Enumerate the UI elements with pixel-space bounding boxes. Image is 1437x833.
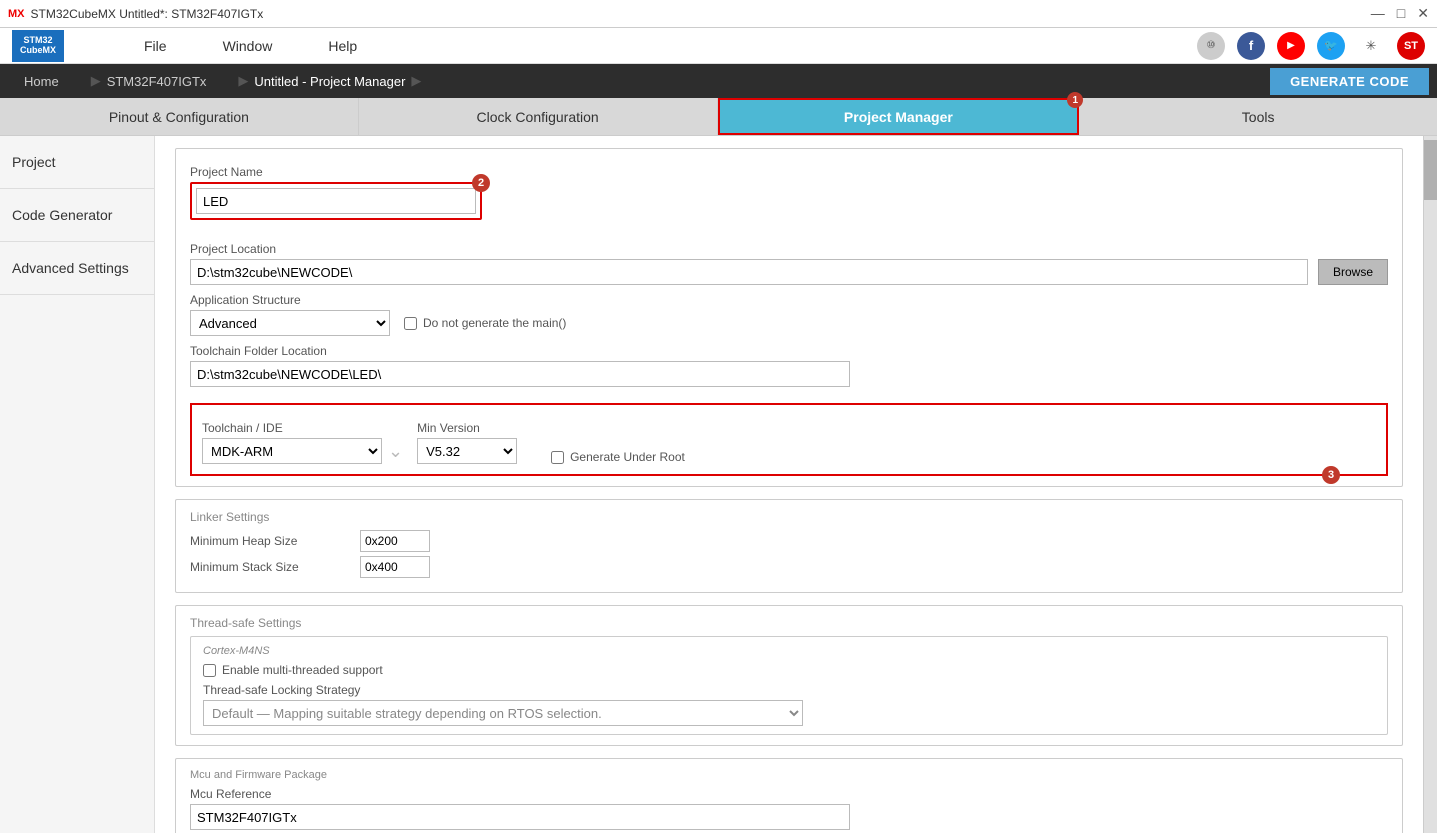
toolchain-section: Toolchain / IDE MDK-ARM IAR GCC ⌄ Min Ve… — [190, 403, 1388, 476]
tab-project-manager[interactable]: Project Manager 1 — [718, 98, 1080, 135]
thread-group: Cortex-M4NS Enable multi-threaded suppor… — [190, 636, 1388, 735]
min-version-col: Min Version V5.32 V5.27 V5.00 — [417, 415, 517, 464]
linker-heap-input[interactable] — [360, 530, 430, 552]
strategy-select[interactable]: Default — Mapping suitable strategy depe… — [203, 700, 803, 726]
right-scrollbar[interactable] — [1423, 136, 1437, 833]
facebook-icon[interactable]: f — [1237, 32, 1265, 60]
title-bar: MX STM32CubeMX Untitled*: STM32F407IGTx … — [0, 0, 1437, 28]
linker-section-label: Linker Settings — [190, 510, 1388, 524]
tab-bar: Pinout & Configuration Clock Configurati… — [0, 98, 1437, 136]
st-logo: ST — [1397, 32, 1425, 60]
generate-under-root-checkbox[interactable] — [551, 451, 564, 464]
no-main-checkbox-label[interactable]: Do not generate the main() — [404, 316, 566, 330]
thread-safe-section: Thread-safe Settings Cortex-M4NS Enable … — [175, 605, 1403, 746]
toolchain-dropdown-icon: ⌄ — [388, 441, 403, 462]
nav-project[interactable]: ▶ Untitled - Project Manager ▶ — [222, 67, 437, 95]
menu-help[interactable]: Help — [320, 34, 365, 58]
thread-safe-section-label: Thread-safe Settings — [190, 616, 1388, 630]
window-controls[interactable]: — □ ✕ — [1371, 5, 1429, 22]
app-structure-row: Basic Advanced Do not generate the main(… — [190, 310, 1388, 336]
sidebar: Project Code Generator Advanced Settings — [0, 136, 155, 833]
project-location-label: Project Location — [190, 242, 1388, 256]
scrollbar-thumb[interactable] — [1424, 140, 1437, 200]
tab-tools[interactable]: Tools — [1079, 98, 1437, 135]
mcu-ref-input[interactable] — [190, 804, 850, 830]
sidebar-item-code-generator[interactable]: Code Generator — [0, 189, 154, 242]
linker-stack-row: Minimum Stack Size — [190, 556, 1388, 578]
project-name-input[interactable] — [196, 188, 476, 214]
multi-thread-checkbox[interactable] — [203, 664, 216, 677]
youtube2-icon[interactable]: ▶ — [1277, 32, 1305, 60]
asterisk-icon[interactable]: ✳ — [1357, 32, 1385, 60]
linker-stack-input[interactable] — [360, 556, 430, 578]
main-layout: Project Code Generator Advanced Settings… — [0, 136, 1437, 833]
menu-window[interactable]: Window — [215, 34, 281, 58]
project-name-border: 2 — [190, 182, 482, 220]
app-structure-select[interactable]: Basic Advanced — [190, 310, 390, 336]
linker-heap-row: Minimum Heap Size — [190, 530, 1388, 552]
title-text: STM32CubeMX Untitled*: STM32F407IGTx — [31, 7, 1371, 21]
project-location-row: Browse — [190, 259, 1388, 285]
generate-under-root-label[interactable]: Generate Under Root — [551, 450, 685, 464]
no-main-checkbox[interactable] — [404, 317, 417, 330]
toolchain-label: Toolchain / IDE — [202, 421, 403, 435]
project-section: Project Name 2 Project Location Browse A… — [175, 148, 1403, 487]
logo-area: STM32 CubeMX — [0, 30, 76, 62]
toolchain-folder-label: Toolchain Folder Location — [190, 344, 1388, 358]
social-icons: ⑩ f ▶ 🐦 ✳ ST — [1197, 32, 1437, 60]
menu-items: File Window Help — [136, 34, 365, 58]
tab-clock[interactable]: Clock Configuration — [359, 98, 718, 135]
maximize-button[interactable]: □ — [1397, 5, 1405, 22]
youtube-icon[interactable]: ⑩ — [1197, 32, 1225, 60]
badge-2: 2 — [472, 174, 490, 192]
project-name-label: Project Name — [190, 165, 482, 179]
mcu-ref-label: Mcu Reference — [190, 787, 1388, 801]
min-version-select[interactable]: V5.32 V5.27 V5.00 — [417, 438, 517, 464]
content-area: Project Name 2 Project Location Browse A… — [155, 136, 1423, 833]
firmware-section: Mcu and Firmware Package Mcu Reference F… — [175, 758, 1403, 833]
tab-pinout[interactable]: Pinout & Configuration — [0, 98, 359, 135]
firmware-section-label: Mcu and Firmware Package — [190, 769, 1388, 781]
nav-home[interactable]: Home — [8, 68, 75, 95]
browse-button[interactable]: Browse — [1318, 259, 1388, 285]
generate-code-button[interactable]: GENERATE CODE — [1270, 68, 1429, 95]
toolchain-row: Toolchain / IDE MDK-ARM IAR GCC ⌄ Min Ve… — [202, 415, 1376, 464]
nav-bar: Home ▶ STM32F407IGTx ▶ Untitled - Projec… — [0, 64, 1437, 98]
sidebar-item-advanced-settings[interactable]: Advanced Settings — [0, 242, 154, 295]
toolchain-select[interactable]: MDK-ARM IAR GCC — [202, 438, 382, 464]
twitter-icon[interactable]: 🐦 — [1317, 32, 1345, 60]
min-version-label: Min Version — [417, 421, 517, 435]
linker-stack-label: Minimum Stack Size — [190, 560, 350, 574]
linker-heap-label: Minimum Heap Size — [190, 534, 350, 548]
project-name-field-wrapper: Project Name 2 — [190, 159, 482, 228]
multi-thread-checkbox-label[interactable]: Enable multi-threaded support — [203, 663, 1375, 677]
linker-section: Linker Settings Minimum Heap Size Minimu… — [175, 499, 1403, 593]
toolchain-folder-input[interactable] — [190, 361, 850, 387]
app-icon: MX — [8, 8, 25, 20]
app-logo: STM32 CubeMX — [12, 30, 64, 62]
badge-3: 3 — [1322, 466, 1340, 484]
app-structure-label: Application Structure — [190, 293, 1388, 307]
menu-bar: STM32 CubeMX File Window Help ⑩ f ▶ 🐦 ✳ … — [0, 28, 1437, 64]
sidebar-item-project[interactable]: Project — [0, 136, 154, 189]
strategy-label: Thread-safe Locking Strategy — [203, 683, 1375, 697]
strategy-select-wrapper: Default — Mapping suitable strategy depe… — [203, 700, 1375, 726]
menu-file[interactable]: File — [136, 34, 175, 58]
minimize-button[interactable]: — — [1371, 5, 1385, 22]
toolchain-col: Toolchain / IDE MDK-ARM IAR GCC ⌄ — [202, 415, 403, 464]
close-button[interactable]: ✕ — [1417, 5, 1429, 22]
nav-mcu[interactable]: ▶ STM32F407IGTx — [75, 67, 223, 95]
project-location-input[interactable] — [190, 259, 1308, 285]
cortex-label: Cortex-M4NS — [203, 645, 1375, 657]
